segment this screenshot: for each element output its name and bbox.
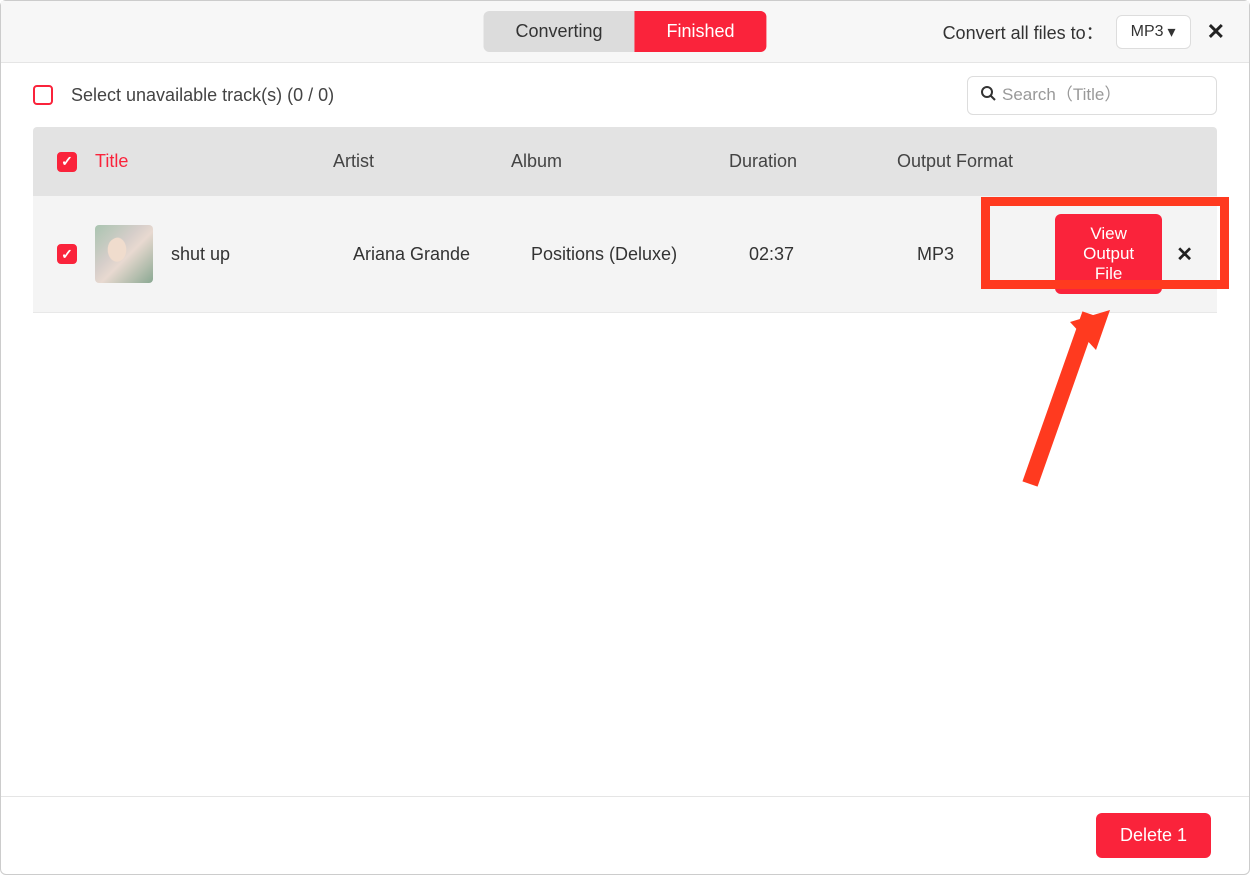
chevron-down-icon: ▾ bbox=[1168, 22, 1176, 42]
remove-row-button[interactable]: ✕ bbox=[1176, 242, 1193, 267]
column-duration[interactable]: Duration bbox=[729, 151, 879, 172]
close-icon: ✕ bbox=[1207, 19, 1225, 44]
toolbar: Select unavailable track(s) (0 / 0) bbox=[1, 63, 1249, 127]
row-checkbox[interactable] bbox=[57, 244, 77, 264]
row-actions: View Output File ✕ bbox=[1055, 214, 1193, 294]
header-bar: Converting Finished Convert all files to… bbox=[1, 1, 1249, 63]
column-output-format[interactable]: Output Format bbox=[897, 151, 1017, 172]
tab-group: Converting Finished bbox=[483, 11, 766, 52]
header-right: Convert all files to： MP3 ▾ ✕ bbox=[943, 15, 1229, 49]
convert-all-label: Convert all files to： bbox=[943, 19, 1104, 45]
footer-bar: Delete 1 bbox=[1, 796, 1249, 874]
search-icon bbox=[980, 85, 996, 106]
track-artist: Ariana Grande bbox=[353, 244, 513, 265]
column-title[interactable]: Title bbox=[95, 151, 128, 172]
tab-finished[interactable]: Finished bbox=[635, 11, 767, 52]
track-album: Positions (Deluxe) bbox=[531, 244, 731, 265]
album-art-thumbnail bbox=[95, 225, 153, 283]
view-output-file-button[interactable]: View Output File bbox=[1055, 214, 1162, 294]
track-output-format: MP3 bbox=[917, 244, 1037, 265]
select-all-checkbox[interactable] bbox=[57, 152, 77, 172]
column-album[interactable]: Album bbox=[511, 151, 711, 172]
delete-button[interactable]: Delete 1 bbox=[1096, 813, 1211, 858]
app-window: Converting Finished Convert all files to… bbox=[0, 0, 1250, 875]
track-duration: 02:37 bbox=[749, 244, 899, 265]
search-box[interactable] bbox=[967, 76, 1217, 115]
track-table: Title Artist Album Duration Output Forma… bbox=[33, 127, 1217, 313]
select-unavailable-label: Select unavailable track(s) (0 / 0) bbox=[71, 85, 334, 106]
format-select[interactable]: MP3 ▾ bbox=[1116, 15, 1191, 49]
format-selected-value: MP3 bbox=[1131, 23, 1164, 41]
tab-converting[interactable]: Converting bbox=[483, 11, 634, 52]
close-button[interactable]: ✕ bbox=[1203, 19, 1229, 45]
track-title: shut up bbox=[171, 244, 230, 265]
table-header: Title Artist Album Duration Output Forma… bbox=[33, 127, 1217, 196]
search-input[interactable] bbox=[1002, 85, 1223, 105]
column-artist[interactable]: Artist bbox=[333, 151, 493, 172]
select-unavailable-checkbox[interactable] bbox=[33, 85, 53, 105]
table-row: shut up Ariana Grande Positions (Deluxe)… bbox=[33, 196, 1217, 313]
close-icon: ✕ bbox=[1176, 244, 1193, 266]
